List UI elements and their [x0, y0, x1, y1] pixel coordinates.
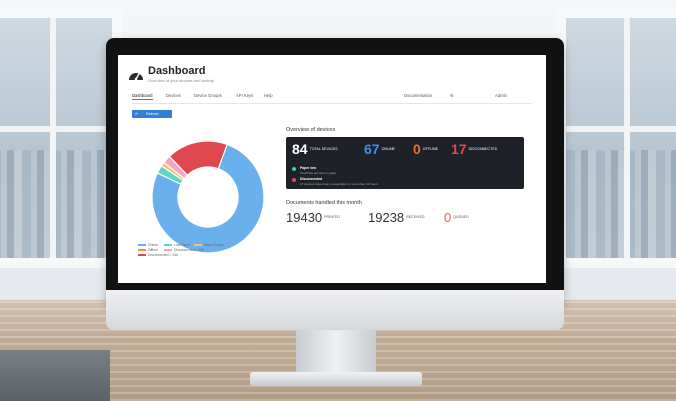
- stat-total-devices: 84 TOTAL DEVICES: [292, 141, 337, 159]
- legend-label: Disconnected > 24h: [148, 253, 179, 257]
- stat-total-value: 84: [292, 141, 308, 157]
- tab-api-keys[interactable]: API Keys: [236, 93, 253, 98]
- stat-printed-label: PRINTED: [324, 215, 340, 219]
- legend-swatch: [138, 249, 146, 252]
- legend-item[interactable]: Disconnected < 24h: [164, 248, 204, 252]
- stat-queued-value: 0: [444, 210, 452, 225]
- window-left: [0, 8, 122, 268]
- gear-icon[interactable]: ⚙: [450, 93, 454, 98]
- documentation-link[interactable]: Documentation: [404, 93, 432, 98]
- alert-text: Two/three are low on paper: [300, 171, 337, 175]
- tab-device-groups[interactable]: Device Groups: [194, 93, 222, 98]
- book-stack: [0, 350, 110, 401]
- tab-help[interactable]: Help: [264, 93, 273, 98]
- legend-swatch: [164, 249, 172, 252]
- legend-swatch: [164, 244, 172, 247]
- dashboard-screen: Dashboard Overview of your devices and a…: [118, 55, 546, 283]
- account-menu[interactable]: Admin: [495, 93, 507, 98]
- legend-swatch: [138, 254, 146, 257]
- alert-title: Paper low: [300, 166, 317, 170]
- legend-label: Disconnected < 24h: [174, 248, 205, 252]
- info-icon: [292, 167, 296, 171]
- legend-item[interactable]: Online: [138, 243, 158, 247]
- warning-icon: [292, 178, 296, 182]
- stat-queued: 0 QUEUED: [444, 209, 469, 227]
- legend-item[interactable]: Disconnected > 24h: [138, 253, 178, 257]
- legend-label: Paper Empty: [204, 243, 224, 247]
- tab-devices[interactable]: Devices: [166, 93, 181, 98]
- legend-item[interactable]: Offline: [138, 248, 158, 252]
- stat-printed: 19430 PRINTED: [286, 209, 340, 227]
- monitor-base: [250, 372, 422, 386]
- stat-offline-label: OFFLINE: [422, 147, 438, 151]
- monitor-stand: [296, 330, 376, 376]
- stat-total-label: TOTAL DEVICES: [309, 147, 338, 151]
- legend-label: Online: [148, 243, 158, 247]
- overview-panel: 84 TOTAL DEVICES 67 ONLINE 0 OFFLINE 17 DISC…: [286, 137, 524, 189]
- legend-item[interactable]: Low Paper: [164, 243, 190, 247]
- refresh-label: Refresh: [146, 112, 159, 116]
- page-subtitle: Overview of your devices and activity: [148, 78, 214, 83]
- alert-title: Disconnected: [300, 177, 323, 181]
- legend-item[interactable]: Paper Empty: [194, 243, 224, 247]
- legend-label: Offline: [148, 248, 158, 252]
- stat-printed-value: 19430: [286, 210, 323, 225]
- documents-stats: 19430 PRINTED 19238 RECEIVED 0 QUEUED: [286, 209, 526, 229]
- stat-online-value: 67: [364, 141, 380, 157]
- stat-disconnected: 17 DISCONNECTED: [451, 141, 497, 159]
- stat-received-value: 19238: [368, 210, 405, 225]
- alert-text: 17 devices have been unreachable for mor…: [300, 182, 378, 186]
- stat-queued-label: QUEUED: [453, 215, 469, 219]
- refresh-button[interactable]: ⟳ Refresh: [132, 110, 172, 118]
- top-nav: Dashboard Devices Device Groups API Keys…: [132, 93, 532, 103]
- legend-label: Low Paper: [174, 243, 191, 247]
- stat-offline: 0 OFFLINE: [413, 141, 438, 159]
- documents-title: Documents handled this month: [286, 200, 362, 206]
- refresh-icon: ⟳: [135, 112, 139, 116]
- page-title: Dashboard: [148, 65, 206, 77]
- stat-disconnected-value: 17: [451, 141, 467, 157]
- legend-swatch: [138, 244, 146, 247]
- stat-online-label: ONLINE: [381, 147, 395, 151]
- nav-divider: [132, 103, 532, 104]
- speedometer-icon: [129, 72, 143, 81]
- stat-offline-value: 0: [413, 141, 421, 157]
- stat-disconnected-label: DISCONNECTED: [468, 147, 498, 151]
- monitor-chin: [106, 290, 564, 330]
- stat-received: 19238 RECEIVED: [368, 209, 425, 227]
- stat-online: 67 ONLINE: [364, 141, 395, 159]
- device-status-donut-chart: [151, 140, 265, 254]
- window-right: [556, 8, 676, 268]
- stat-received-label: RECEIVED: [406, 215, 425, 219]
- tab-dashboard[interactable]: Dashboard: [132, 93, 153, 100]
- legend-swatch: [194, 244, 202, 247]
- overview-title: Overview of devices: [286, 127, 336, 133]
